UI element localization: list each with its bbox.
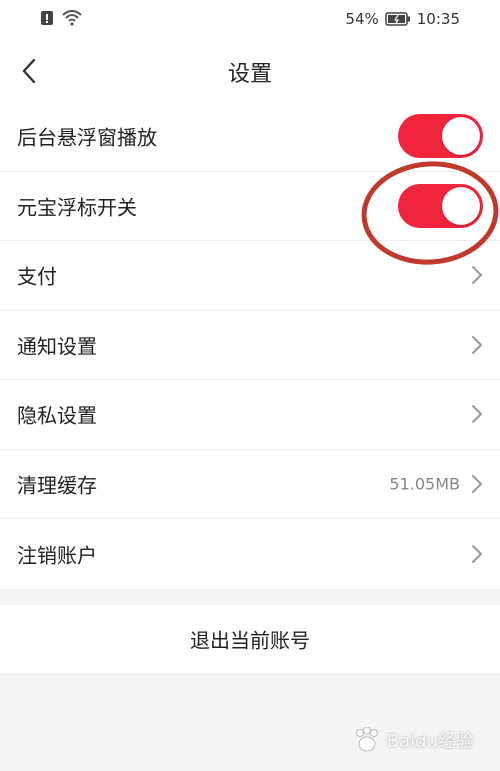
page-title: 设置 <box>227 62 272 87</box>
settings-row-label: 隐私设置 <box>17 403 97 428</box>
logout-label: 退出当前账号 <box>190 628 310 653</box>
settings-row-delete-account[interactable]: 注销账户 <box>0 519 500 589</box>
wifi-icon <box>62 10 82 26</box>
status-bar-right: 54% 10:35 <box>345 10 460 28</box>
toggle-knob <box>442 117 480 156</box>
battery-icon <box>385 12 410 26</box>
settings-row-label: 支付 <box>17 264 57 289</box>
settings-row-clear-cache[interactable]: 清理缓存 51.05MB <box>0 450 500 519</box>
watermark-text: Baidu经验 <box>386 731 474 752</box>
toggle-knob <box>442 186 480 225</box>
baidu-watermark: Baidu经验 <box>353 727 474 753</box>
settings-row-label: 后台悬浮窗播放 <box>17 125 157 150</box>
logout-button[interactable]: 退出当前账号 <box>0 605 500 673</box>
settings-row-privacy[interactable]: 隐私设置 <box>0 380 500 450</box>
chevron-right-icon <box>472 474 482 493</box>
status-bar-left <box>40 10 82 26</box>
background-float-toggle[interactable] <box>398 114 483 159</box>
alert-icon <box>41 11 53 25</box>
yuanbao-float-toggle[interactable] <box>398 183 483 228</box>
battery-percent: 54% <box>345 10 379 28</box>
status-bar: 54% 10:35 <box>0 0 500 40</box>
settings-row-label: 通知设置 <box>17 334 97 359</box>
cache-size: 51.05MB <box>389 474 460 494</box>
chevron-right-icon <box>472 544 482 563</box>
settings-row-label: 注销账户 <box>17 543 97 568</box>
settings-row-yuanbao-float: 元宝浮标开关 <box>0 172 500 241</box>
settings-row-label: 清理缓存 <box>17 473 97 498</box>
chevron-right-icon <box>472 335 482 354</box>
chevron-right-icon <box>472 266 482 285</box>
chevron-right-icon <box>472 405 482 424</box>
settings-row-label: 元宝浮标开关 <box>17 195 137 220</box>
settings-list: 后台悬浮窗播放 元宝浮标开关 支付 通知设置 隐私设置 清理缓存 51.05MB <box>0 102 500 589</box>
settings-row-notifications[interactable]: 通知设置 <box>0 311 500 380</box>
clock: 10:35 <box>416 10 460 28</box>
paw-icon <box>355 727 378 752</box>
settings-row-background-float: 后台悬浮窗播放 <box>0 102 500 172</box>
header-bar: 设置 <box>0 40 500 102</box>
settings-row-payment[interactable]: 支付 <box>0 241 500 311</box>
